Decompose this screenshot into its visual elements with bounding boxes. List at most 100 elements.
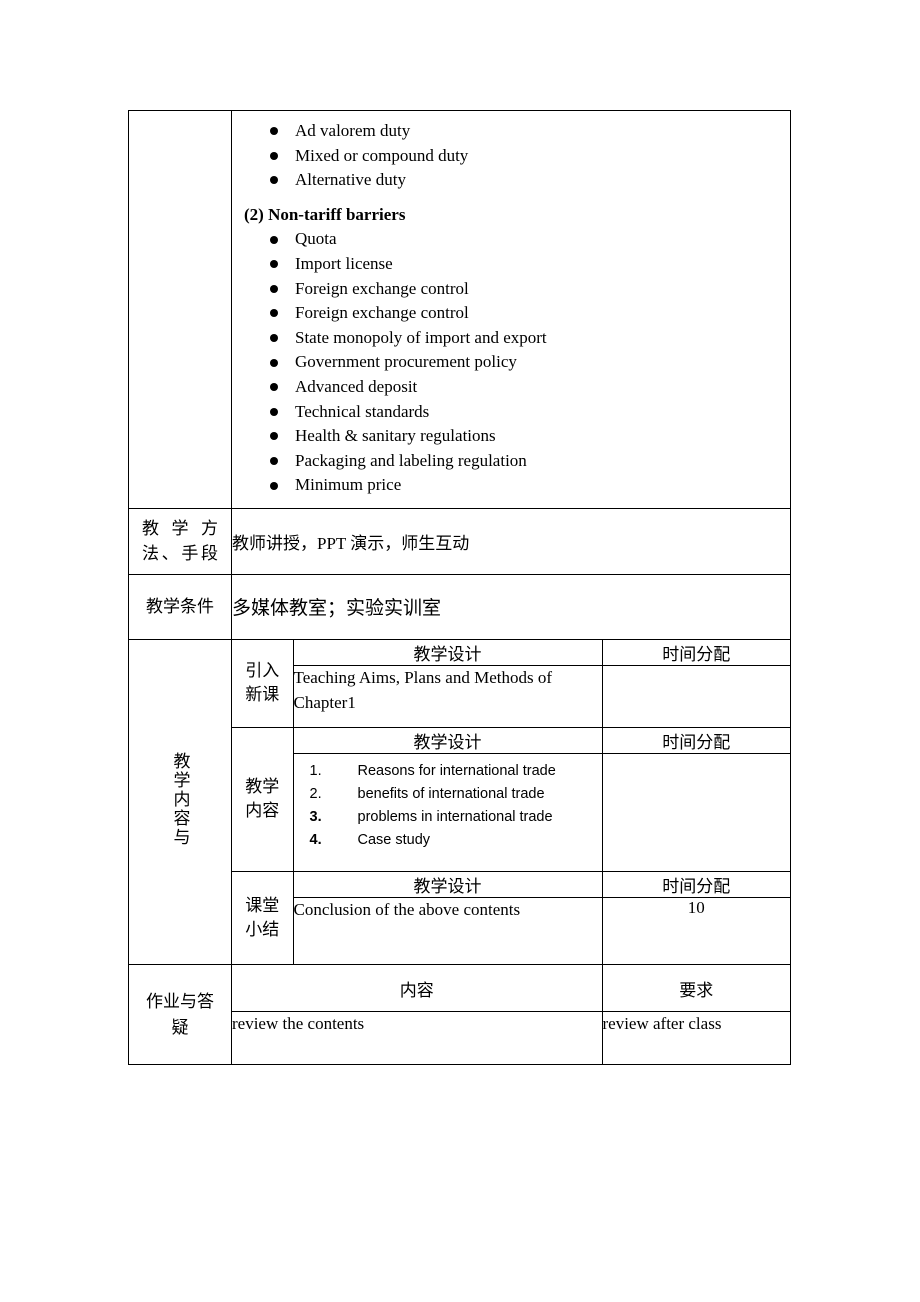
list-item-label: Mixed or compound duty — [295, 145, 469, 165]
teaching-block-intro-header: 引入 新课 教学设计 时间分配 — [232, 639, 790, 728]
header-homework-content: 内容 — [232, 965, 603, 1012]
list-item-label: Quota — [295, 229, 337, 249]
list-item-label: Foreign exchange control — [295, 278, 469, 298]
bullet-icon — [270, 235, 278, 244]
list-item-label: benefits of international trade — [357, 785, 545, 802]
teaching-content-inner-table: 引入 新课 教学设计 时间分配 Teaching Aims, Plans and… — [232, 639, 790, 965]
sub-label-summary-line1: 课堂 — [245, 895, 280, 915]
list-item: 3. problems in international trade — [294, 806, 602, 829]
bullet-icon — [270, 151, 278, 160]
list-item-number: 2. — [309, 785, 322, 802]
non-tariff-bullet-list: Quota Import license Foreign exchange co… — [232, 227, 790, 508]
cell-empty-label — [128, 110, 232, 509]
bullet-icon — [270, 457, 278, 466]
body-text-intro: Teaching Aims, Plans and Methods of Chap… — [292, 664, 603, 728]
list-item-number: 4. — [309, 831, 322, 848]
homework-header-row: 内容 要求 — [232, 965, 790, 1012]
list-item-number: 1. — [309, 762, 322, 779]
list-item: Packaging and labeling regulation — [232, 449, 790, 474]
list-item-label: Packaging and labeling regulation — [295, 450, 527, 470]
list-item: 4. Case study — [294, 829, 602, 852]
table-row-homework: 作业与答 疑 内容 要求 review the contents review — [128, 964, 791, 1066]
homework-value-row: review the contents review after class — [232, 1010, 790, 1065]
cell-teaching-condition-value: 多媒体教室；实验实训室 — [231, 573, 791, 640]
list-item: Minimum price — [232, 473, 790, 498]
time-value-content — [601, 752, 790, 872]
list-item-label: Alternative duty — [295, 170, 406, 190]
list-item-label: Foreign exchange control — [295, 303, 469, 323]
teaching-block-intro-body: Teaching Aims, Plans and Methods of Chap… — [232, 664, 790, 728]
list-item: Foreign exchange control — [232, 277, 790, 302]
numbered-list-cell: 1. Reasons for international trade 2. bene… — [292, 752, 603, 872]
bullet-icon — [270, 309, 278, 318]
homework-label-line1: 作业与答 — [146, 992, 214, 1012]
sub-label-summary: 课堂 小结 — [232, 870, 294, 965]
header-homework-requirement: 要求 — [601, 965, 790, 1012]
bullet-icon — [270, 260, 278, 269]
list-item: 2. benefits of international trade — [294, 783, 602, 806]
time-value-intro — [601, 664, 790, 728]
sub-label-content-line2: 内容 — [245, 801, 280, 821]
list-item-label: Minimum price — [295, 475, 402, 495]
list-item: Quota — [232, 227, 790, 252]
homework-content-value: review the contents — [232, 1010, 603, 1065]
list-item: Foreign exchange control — [232, 301, 790, 326]
list-item-label: Advanced deposit — [295, 376, 418, 396]
homework-inner-table: 内容 要求 review the contents review after c… — [232, 965, 790, 1065]
header-time-content: 时间分配 — [601, 726, 790, 754]
body-text-summary: Conclusion of the above contents — [292, 896, 603, 965]
list-item: State monopoly of import and export — [232, 326, 790, 351]
teaching-condition-label: 教学条件 — [146, 597, 214, 617]
list-item-label: Case study — [357, 831, 431, 848]
bullet-icon — [270, 127, 278, 136]
teaching-method-label-line2: 法、手段 — [142, 544, 218, 564]
sub-label-intro-line1: 引入 — [245, 660, 280, 680]
list-item: 1. Reasons for international trade — [294, 760, 602, 783]
table-row-teaching-content: 教学内容与 引入 新课 教学设计 时间分配 Teaching Aims, Pla… — [128, 638, 791, 966]
table-row-tariff: Ad valorem duty Mixed or compound duty A… — [128, 110, 791, 509]
cell-teaching-method-value: 教师讲授，PPT 演示，师生互动 — [231, 507, 791, 575]
list-item: Government procurement policy — [232, 350, 790, 375]
bullet-icon — [270, 407, 278, 416]
bullet-icon — [270, 358, 278, 367]
bullet-icon — [270, 432, 278, 441]
teaching-block-content-header: 教学 内容 教学设计 时间分配 — [232, 726, 790, 872]
lesson-plan-table: Ad valorem duty Mixed or compound duty A… — [128, 110, 791, 1066]
teaching-method-label-line1: 教 学 方 — [142, 518, 218, 538]
header-design-content: 教学设计 — [292, 726, 603, 754]
document-page: Ad valorem duty Mixed or compound duty A… — [0, 0, 920, 1302]
cell-teaching-content-vertical-label: 教学内容与 — [128, 638, 232, 966]
homework-requirement-value: review after class — [601, 1010, 790, 1065]
header-time-intro: 时间分配 — [601, 639, 790, 666]
list-item-label: problems in international trade — [357, 808, 553, 825]
cell-teaching-condition-label: 教学条件 — [128, 573, 232, 640]
cell-teaching-content-blocks: 引入 新课 教学设计 时间分配 Teaching Aims, Plans and… — [231, 638, 791, 966]
cell-teaching-method-label: 教 学 方 法、手段 — [128, 507, 232, 575]
list-item-number: 3. — [309, 808, 322, 825]
list-item-label: Reasons for international trade — [357, 762, 556, 779]
list-item-label: Health & sanitary regulations — [295, 426, 496, 446]
bullet-icon — [270, 481, 278, 490]
teaching-content-vertical-label: 教学内容与 — [170, 752, 190, 848]
teaching-block-summary-body: Conclusion of the above contents 10 — [232, 896, 790, 965]
header-design-summary: 教学设计 — [292, 870, 603, 898]
list-item-label: Ad valorem duty — [295, 121, 411, 140]
list-item: Advanced deposit — [232, 375, 790, 400]
list-item: Health & sanitary regulations — [232, 424, 790, 449]
list-item-label: Government procurement policy — [295, 352, 517, 372]
tariff-bullet-list: Ad valorem duty Mixed or compound duty A… — [232, 111, 790, 203]
bullet-icon — [270, 334, 278, 343]
header-time-summary: 时间分配 — [601, 870, 790, 898]
list-item: Mixed or compound duty — [232, 144, 790, 169]
list-item: Import license — [232, 252, 790, 277]
list-item-label: Technical standards — [295, 401, 430, 421]
list-item: Technical standards — [232, 400, 790, 425]
list-item-label: State monopoly of import and export — [295, 327, 547, 347]
sub-label-summary-line2: 小结 — [245, 920, 280, 940]
bullet-icon — [270, 383, 278, 392]
bullet-icon — [270, 284, 278, 293]
header-design-intro: 教学设计 — [292, 639, 603, 666]
cell-homework-blocks: 内容 要求 review the contents review after c… — [231, 964, 791, 1066]
homework-label-line2: 疑 — [171, 1017, 189, 1037]
teaching-block-content-body: 1. Reasons for international trade 2. bene… — [232, 752, 790, 872]
